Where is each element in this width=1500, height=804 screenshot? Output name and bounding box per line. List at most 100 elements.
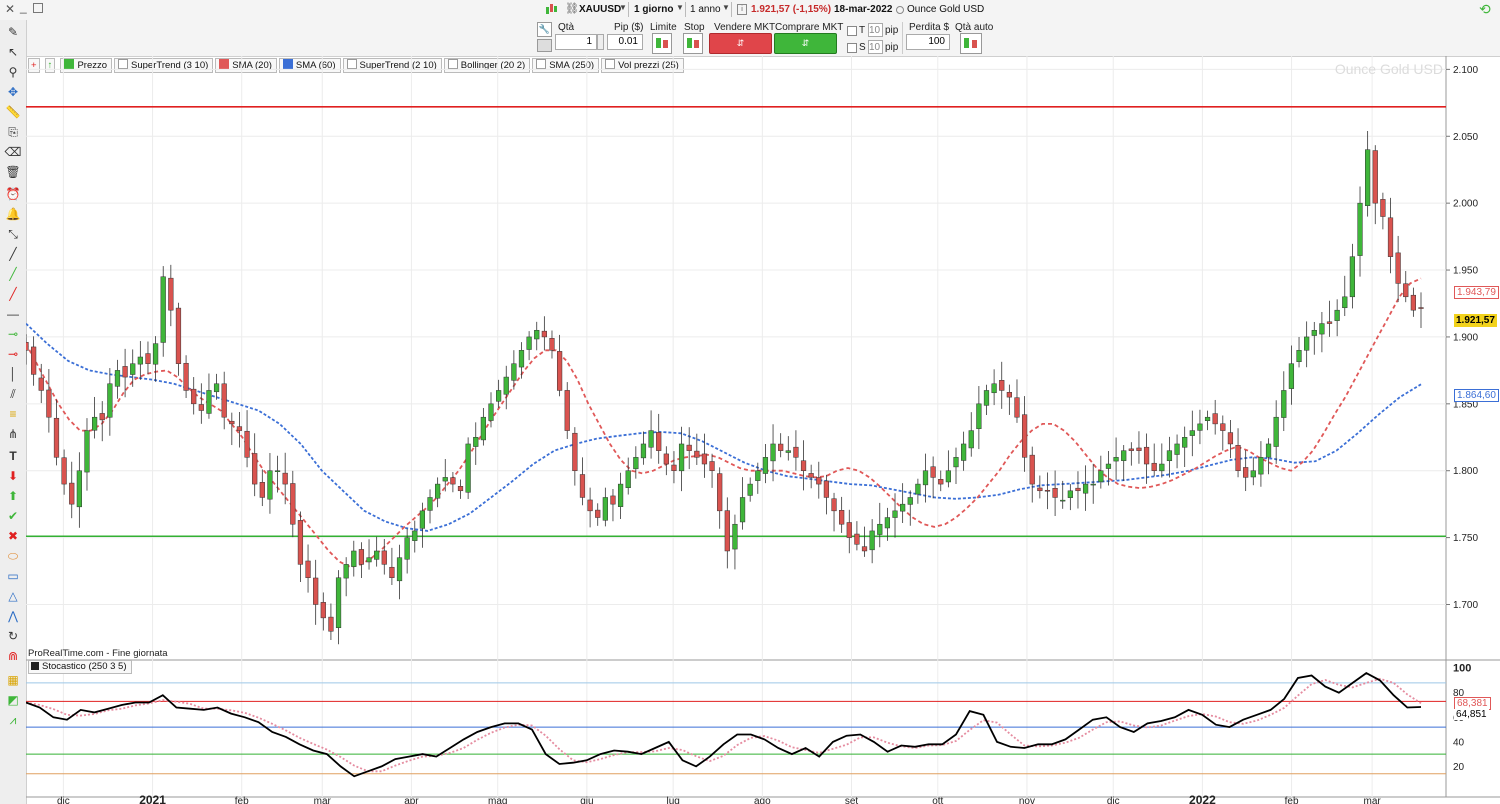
- zigzag-icon[interactable]: ⩘: [3, 711, 23, 729]
- stochastic-legend[interactable]: Stocastico (250 3 5): [28, 660, 132, 674]
- bell-icon[interactable]: 🔔: [3, 205, 23, 223]
- candle[interactable]: [839, 510, 845, 525]
- sma60-line[interactable]: [26, 322, 1422, 532]
- candle[interactable]: [53, 417, 60, 458]
- candle[interactable]: [556, 351, 563, 391]
- candle[interactable]: [999, 380, 1005, 391]
- candle[interactable]: [1410, 294, 1416, 311]
- candle[interactable]: [1296, 350, 1302, 362]
- candle[interactable]: [1166, 450, 1173, 462]
- candle[interactable]: [587, 499, 593, 512]
- candle[interactable]: [480, 416, 486, 441]
- candle[interactable]: [61, 457, 67, 485]
- calculator-icon[interactable]: [537, 39, 552, 52]
- move-icon[interactable]: ✥: [3, 83, 23, 101]
- candle[interactable]: [640, 443, 647, 459]
- pitchfork-icon[interactable]: ⋔: [3, 425, 23, 443]
- candle[interactable]: [335, 577, 342, 629]
- cursor-icon[interactable]: ↖: [3, 43, 23, 61]
- candle[interactable]: [206, 390, 212, 414]
- candle[interactable]: [717, 473, 723, 512]
- candle[interactable]: [84, 430, 90, 473]
- pencil-icon[interactable]: ✎: [3, 23, 23, 41]
- candle[interactable]: [1006, 392, 1012, 398]
- indicator-icon[interactable]: ▦: [3, 671, 23, 689]
- candle[interactable]: [1197, 423, 1203, 431]
- candle[interactable]: [1395, 252, 1401, 284]
- candle[interactable]: [991, 383, 997, 394]
- candle[interactable]: [1044, 489, 1051, 492]
- candle[interactable]: [1220, 423, 1226, 431]
- candle[interactable]: [290, 483, 296, 525]
- candle[interactable]: [259, 482, 265, 498]
- candle[interactable]: [922, 470, 929, 486]
- qty-stepper[interactable]: [597, 34, 604, 50]
- candle[interactable]: [846, 522, 852, 538]
- candle[interactable]: [1380, 199, 1386, 217]
- candle[interactable]: [1075, 487, 1081, 492]
- pattern-icon[interactable]: ⋀: [3, 607, 23, 625]
- candle[interactable]: [69, 482, 75, 505]
- compare-icon[interactable]: ◩: [3, 691, 23, 709]
- candle[interactable]: [457, 486, 464, 492]
- candle[interactable]: [800, 460, 807, 471]
- candle[interactable]: [1098, 470, 1104, 483]
- candle[interactable]: [1082, 483, 1089, 494]
- alarm-icon[interactable]: ⏰: [3, 185, 23, 203]
- candle[interactable]: [1021, 414, 1028, 458]
- candle[interactable]: [1136, 447, 1142, 451]
- candle[interactable]: [442, 477, 448, 482]
- stop-loss-checkbox[interactable]: [847, 43, 857, 53]
- candle[interactable]: [1349, 256, 1356, 298]
- ruler-icon[interactable]: 📏: [3, 103, 23, 121]
- candle[interactable]: [953, 457, 959, 468]
- candle[interactable]: [488, 403, 494, 421]
- candle[interactable]: [1060, 499, 1066, 502]
- candle[interactable]: [739, 497, 746, 523]
- candle[interactable]: [236, 426, 243, 431]
- price-chart[interactable]: dic 2021 feb mar apr mag giu lug ago set ott nov dic…: [26, 56, 1500, 804]
- candle[interactable]: [1326, 321, 1333, 324]
- loss-input[interactable]: [906, 34, 950, 50]
- candle[interactable]: [252, 453, 258, 485]
- candle[interactable]: [99, 413, 105, 421]
- candle[interactable]: [778, 443, 784, 451]
- candle[interactable]: [617, 483, 624, 507]
- candle[interactable]: [1403, 283, 1409, 298]
- candle[interactable]: [549, 338, 555, 351]
- triangle-icon[interactable]: △: [3, 587, 23, 605]
- candle[interactable]: [1189, 430, 1195, 436]
- close-icon[interactable]: ✕: [5, 2, 15, 16]
- candle[interactable]: [419, 510, 426, 529]
- interval-select[interactable]: 1 giorno: [634, 4, 673, 15]
- candle[interactable]: [1372, 150, 1378, 204]
- candle[interactable]: [1357, 202, 1363, 256]
- sell-market-button[interactable]: ⇵: [709, 33, 772, 54]
- candle[interactable]: [755, 470, 761, 481]
- candle[interactable]: [1029, 454, 1035, 485]
- candle[interactable]: [229, 420, 235, 425]
- candle[interactable]: [1113, 457, 1119, 462]
- green-arrow-up-icon[interactable]: ⬆: [3, 487, 23, 505]
- candle[interactable]: [671, 464, 677, 471]
- candle[interactable]: [1128, 448, 1134, 451]
- checkmark-icon[interactable]: ✔: [3, 507, 23, 525]
- candle[interactable]: [511, 363, 517, 381]
- candle[interactable]: [496, 390, 502, 402]
- candle[interactable]: [374, 550, 380, 560]
- chevron-down-icon[interactable]: ▼: [722, 3, 730, 12]
- candle[interactable]: [1204, 416, 1211, 421]
- candle[interactable]: [579, 474, 586, 498]
- candle[interactable]: [961, 443, 967, 461]
- candle[interactable]: [1227, 432, 1234, 445]
- candle[interactable]: [130, 363, 136, 375]
- candle[interactable]: [877, 523, 883, 535]
- candle[interactable]: [1311, 329, 1317, 336]
- candle[interactable]: [983, 390, 990, 406]
- candle[interactable]: [137, 356, 143, 365]
- candle[interactable]: [267, 470, 273, 500]
- candle[interactable]: [1319, 323, 1325, 335]
- trash-icon[interactable]: 🗑: [3, 163, 23, 181]
- candle[interactable]: [633, 457, 639, 470]
- candle[interactable]: [648, 430, 654, 448]
